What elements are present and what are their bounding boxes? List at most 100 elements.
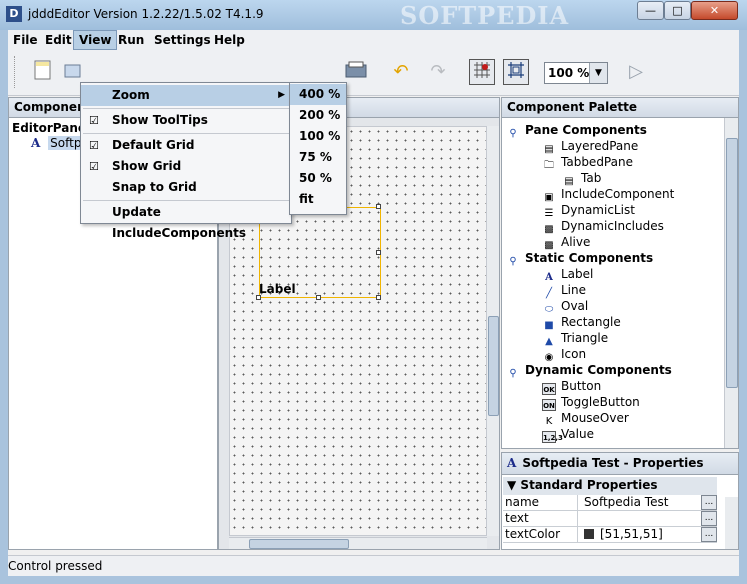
maximize-button[interactable]: □ (664, 1, 691, 20)
resize-handle[interactable] (376, 295, 381, 300)
new-file-icon[interactable] (30, 59, 56, 85)
palette-item-label: IncludeComponent (561, 187, 675, 201)
client-area: File Edit View Run Settings Help ↶ ↷ 100… (8, 30, 739, 576)
palette-category[interactable]: ⚲ Pane Components (506, 122, 647, 139)
palette-item[interactable]: 1,2,3Value (542, 426, 594, 443)
palette-item-label: Icon (561, 347, 587, 361)
menu-view[interactable]: View (73, 30, 118, 50)
palette-item-label: MouseOver (561, 411, 629, 425)
resize-handle[interactable] (316, 295, 321, 300)
view-menu-dropdown: Zoom ▶ ☑ Show ToolTips ☑ Default Grid ☑ … (80, 82, 292, 240)
palette-item[interactable]: OK Button (542, 378, 602, 395)
run-play-icon[interactable]: ▷ (623, 59, 649, 85)
menu-item-update-includecomponents[interactable]: Update IncludeComponents (81, 202, 291, 240)
menu-run[interactable]: Run (113, 30, 149, 50)
menu-edit[interactable]: Edit (40, 30, 77, 50)
property-row[interactable]: text ... (503, 511, 717, 527)
tree-child[interactable]: A Softp (19, 136, 84, 150)
property-value[interactable]: [51,51,51] (580, 527, 663, 543)
zoom-value: 100 % (548, 66, 590, 80)
tree-root[interactable]: EditorPane (12, 121, 86, 135)
palette-item[interactable]: ⬭ Oval (542, 298, 589, 315)
zoom-option-75[interactable]: 75 % (290, 147, 346, 168)
node-icon: ⚲ (509, 256, 517, 267)
edit-property-button[interactable]: ... (701, 495, 717, 510)
property-row[interactable]: name Softpedia Test ... (503, 495, 717, 511)
palette-item[interactable]: A Label (542, 266, 593, 283)
menu-item-snap-to-grid[interactable]: Snap to Grid (81, 177, 291, 198)
palette-item[interactable]: ▩ Alive (542, 234, 591, 251)
palette-item[interactable]: ▣ IncludeComponent (542, 186, 675, 203)
palette-item[interactable]: ON ToggleButton (542, 394, 640, 411)
minimize-button[interactable]: — (637, 1, 664, 20)
properties-title: A Softpedia Test - Properties (502, 453, 738, 475)
property-key: text (503, 511, 578, 527)
palette-item[interactable]: 🗀 TabbedPane (542, 154, 633, 171)
palette-item[interactable]: ▲ Triangle (542, 330, 608, 347)
palette-item[interactable]: ▤ LayeredPane (542, 138, 638, 155)
snap-grid-icon[interactable] (503, 59, 529, 85)
edit-property-button[interactable]: ... (701, 527, 717, 542)
properties-scrollbar[interactable] (725, 497, 738, 549)
zoom-option-50[interactable]: 50 % (290, 168, 346, 189)
menu-item-zoom[interactable]: Zoom ▶ (81, 85, 291, 106)
toolbar-grip[interactable] (14, 56, 20, 88)
palette-item[interactable]: ◉ Icon (542, 346, 587, 363)
palette-item[interactable]: ■ Rectangle (542, 314, 621, 331)
checkbox-checked-icon: ☑ (89, 160, 99, 173)
scroll-thumb[interactable] (488, 316, 499, 416)
zoom-option-200[interactable]: 200 % (290, 105, 346, 126)
scroll-thumb[interactable] (726, 138, 738, 388)
canvas-vertical-scrollbar[interactable] (486, 126, 499, 536)
title-bar[interactable]: D jdddEditor Version 1.2.22/1.5.02 T4.1.… (0, 0, 747, 30)
properties-section[interactable]: ▼ Standard Properties (503, 477, 717, 495)
menu-item-show-grid[interactable]: ☑ Show Grid (81, 156, 291, 177)
menu-item-default-grid[interactable]: ☑ Default Grid (81, 135, 291, 156)
tree-child-label: Softp (48, 136, 84, 150)
chevron-down-icon[interactable]: ▼ (589, 63, 607, 83)
property-value[interactable] (580, 511, 584, 527)
palette-item-label: DynamicIncludes (561, 219, 664, 233)
palette-category[interactable]: ⚲ Dynamic Components (506, 362, 672, 379)
collapse-icon[interactable]: ▼ (507, 478, 516, 492)
palette-scrollbar[interactable] (724, 118, 738, 448)
palette-item-label: Button (561, 379, 602, 393)
label-icon: A (31, 136, 41, 150)
palette-category[interactable]: ⚲ Static Components (506, 250, 653, 267)
redo-icon[interactable]: ↷ (425, 59, 451, 85)
palette-item[interactable]: K MouseOver (542, 410, 629, 427)
resize-handle[interactable] (376, 204, 381, 209)
palette-item[interactable]: ▤ Tab (562, 170, 602, 187)
scroll-thumb[interactable] (249, 539, 349, 549)
menu-item-label: Zoom (112, 88, 150, 102)
menu-help[interactable]: Help (209, 30, 250, 50)
property-value[interactable]: Softpedia Test (580, 495, 668, 511)
zoom-option-400[interactable]: 400 % (290, 84, 346, 105)
edit-property-button[interactable]: ... (701, 511, 717, 526)
palette-item-label: Alive (561, 235, 591, 249)
menu-settings[interactable]: Settings (149, 30, 216, 50)
grid-toggle-icon[interactable] (469, 59, 495, 85)
property-row[interactable]: textColor [51,51,51] ... (503, 527, 717, 543)
canvas-horizontal-scrollbar[interactable] (229, 537, 487, 549)
menu-file[interactable]: File (8, 30, 43, 50)
value-icon: 1,2,3 (542, 431, 563, 443)
palette-item[interactable]: ☰ DynamicList (542, 202, 635, 219)
watermark: SOFTPEDIA (400, 1, 570, 30)
menu-item-label: Show ToolTips (112, 113, 208, 127)
palette-item-label: Tab (581, 171, 602, 185)
app-icon: D (6, 6, 22, 22)
resize-handle[interactable] (376, 250, 381, 255)
palette-item[interactable]: ▩ DynamicIncludes (542, 218, 664, 235)
palette-item[interactable]: ╱ Line (542, 282, 586, 299)
menu-item-show-tooltips[interactable]: ☑ Show ToolTips (81, 110, 291, 131)
close-button[interactable]: ✕ (691, 1, 738, 20)
node-icon: ⚲ (509, 368, 517, 379)
menu-separator (83, 108, 289, 109)
menu-item-label: Default Grid (112, 138, 195, 152)
zoom-option-fit[interactable]: fit (290, 189, 346, 210)
zoom-combo[interactable]: 100 % ▼ (544, 62, 608, 84)
canvas-label-text: Label (259, 282, 296, 296)
zoom-option-100[interactable]: 100 % (290, 126, 346, 147)
undo-icon[interactable]: ↶ (388, 59, 414, 85)
